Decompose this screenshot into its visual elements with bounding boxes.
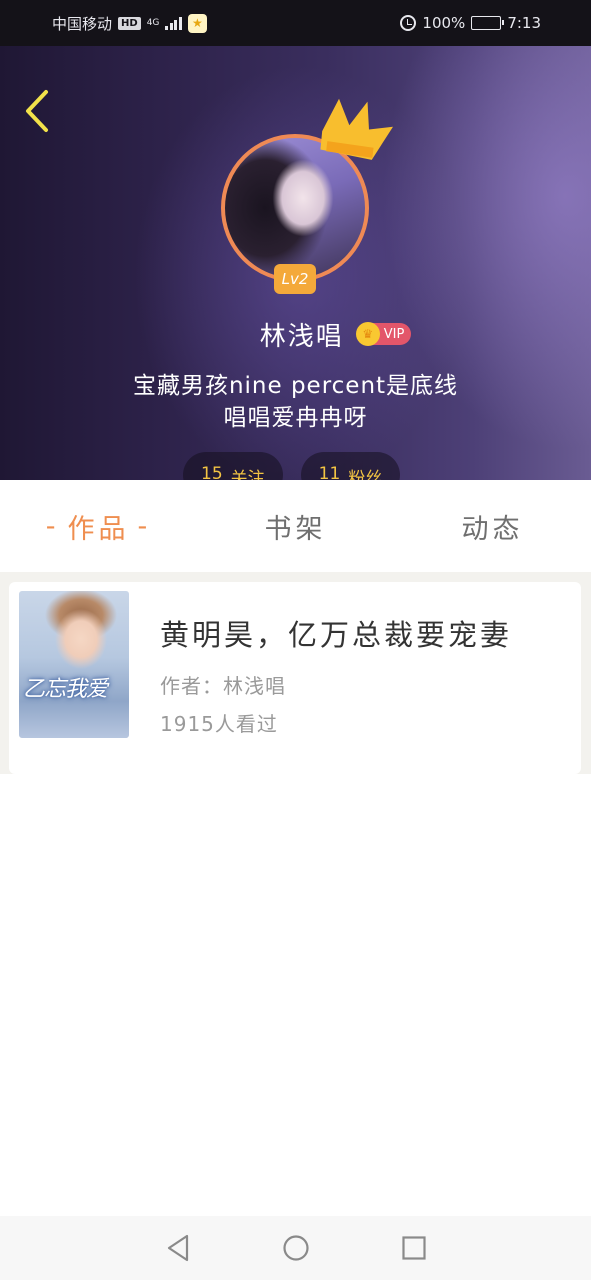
back-button[interactable] <box>22 86 58 136</box>
tab-active-indicator-left: - <box>45 510 60 542</box>
hd-badge: HD <box>118 16 141 30</box>
book-cover[interactable]: 乙忘我爱 <box>19 591 129 738</box>
vip-label: VIP <box>383 326 405 342</box>
level-badge: Lv2 <box>274 264 316 294</box>
tab-works-label: 作品 <box>67 513 130 545</box>
tab-bookshelf-label: 书架 <box>264 513 327 545</box>
work-views: 1915人看过 <box>160 712 278 736</box>
tab-works[interactable]: - 作品 - <box>0 480 197 572</box>
chevron-left-icon <box>26 90 48 132</box>
carrier-label: 中国移动 <box>52 14 113 33</box>
tab-activity-label: 动态 <box>461 513 524 545</box>
tab-active-indicator-right: - <box>137 510 152 542</box>
fans-count: 11 <box>318 464 341 480</box>
square-recent-icon <box>401 1236 426 1260</box>
bio: 宝藏男孩nine percent是底线 唱唱爱冉冉呀 <box>0 370 591 434</box>
vip-badge[interactable]: ♛ VIP <box>355 322 412 346</box>
battery-icon <box>471 16 505 30</box>
tab-activity[interactable]: 动态 <box>394 480 591 572</box>
nav-recent-button[interactable] <box>399 1233 429 1263</box>
work-author: 作者：林浅唱 <box>160 674 286 698</box>
app-notification-icon: ★ <box>187 13 207 33</box>
bio-line-1: 宝藏男孩nine percent是底线 <box>132 373 459 399</box>
status-right: 100% 7:13 <box>400 14 541 32</box>
alarm-icon <box>400 15 417 31</box>
profile-header: Lv2 林浅唱 ♛ VIP 宝藏男孩nine percent是底线 唱唱爱冉冉呀… <box>0 46 591 480</box>
circle-home-icon <box>282 1235 309 1261</box>
signal-icon <box>165 16 182 30</box>
work-card[interactable]: 乙忘我爱 黄明昊，亿万总裁要宠妻 作者：林浅唱 1915人看过 <box>9 582 581 774</box>
bio-line-2: 唱唱爱冉冉呀 <box>223 405 368 431</box>
network-label: 4G <box>146 17 160 28</box>
system-nav-bar <box>0 1216 591 1280</box>
following-count: 15 <box>201 464 223 480</box>
avatar-container: Lv2 <box>221 98 393 294</box>
status-left: 中国移动 HD 4G ★ <box>52 13 207 34</box>
crown-icon <box>320 98 393 160</box>
works-list: 乙忘我爱 黄明昊，亿万总裁要宠妻 作者：林浅唱 1915人看过 <box>0 572 591 774</box>
following-label: 关注 <box>230 469 265 480</box>
vip-crown-icon: ♛ <box>355 322 380 346</box>
username: 林浅唱 <box>259 321 344 352</box>
following-stat[interactable]: 15 关注 <box>183 452 283 480</box>
tab-bookshelf[interactable]: 书架 <box>197 480 394 572</box>
triangle-back-icon <box>167 1234 188 1262</box>
fans-label: 粉丝 <box>348 469 383 480</box>
work-title[interactable]: 黄明昊，亿万总裁要宠妻 <box>160 612 512 654</box>
nav-back-button[interactable] <box>163 1233 193 1263</box>
name-row: 林浅唱 ♛ VIP <box>0 314 591 354</box>
book-cover-text: 乙忘我爱 <box>23 677 108 702</box>
battery-percent: 100% <box>422 14 466 32</box>
stats-row: 15 关注 11 粉丝 <box>183 452 401 480</box>
profile-tabs: - 作品 - 书架 动态 <box>0 480 591 572</box>
fans-stat[interactable]: 11 粉丝 <box>300 452 401 480</box>
nav-home-button[interactable] <box>281 1233 311 1263</box>
clock: 7:13 <box>507 14 541 32</box>
status-bar: 中国移动 HD 4G ★ 100% 7:13 <box>0 0 591 46</box>
